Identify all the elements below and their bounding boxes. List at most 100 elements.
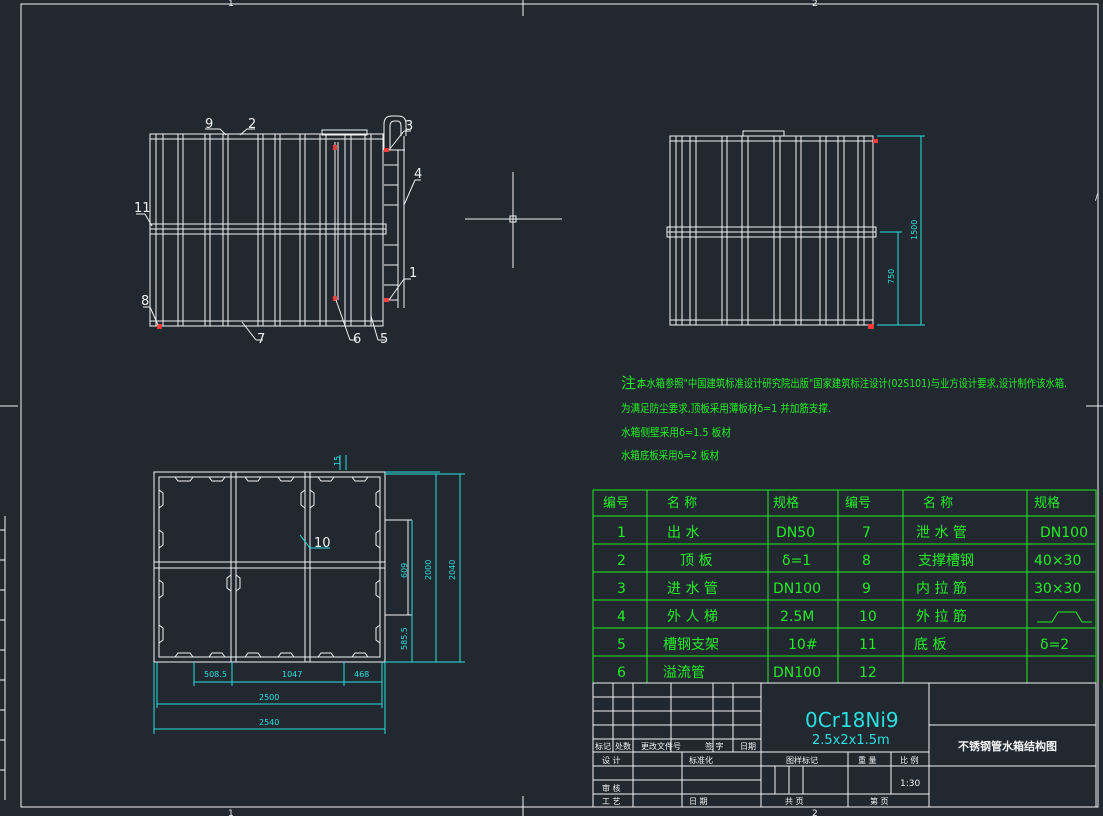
cell-r5-spec: 10# bbox=[788, 637, 818, 653]
dim-585-5: 585.5 bbox=[400, 627, 409, 650]
label-review: 审 核 bbox=[602, 783, 621, 793]
plan-view bbox=[153, 471, 412, 663]
cell-r5-no: 5 bbox=[617, 637, 626, 653]
header-spec-1: 规格 bbox=[773, 495, 799, 511]
cell-r3-name2: 内 拉 筋 bbox=[916, 580, 967, 597]
cell-r3-name: 进 水 管 bbox=[667, 581, 718, 597]
callout-1: 1 bbox=[409, 266, 417, 281]
label-stage: 图样标记 bbox=[786, 755, 818, 765]
dim-2500: 2500 bbox=[259, 693, 279, 702]
cad-drawing-canvas: 1 2 1 2 / 9 2 3 4 11 1 8 7 6 5 1500 750 … bbox=[0, 0, 1103, 816]
dim-508-5: 508.5 bbox=[204, 670, 227, 679]
notes-line-4: 水箱底板采用δ=2 板材 bbox=[621, 448, 719, 462]
rev-header-count: 处数 bbox=[615, 741, 631, 751]
dim-15: 15 bbox=[333, 456, 342, 466]
cell-r1-no2: 7 bbox=[862, 525, 871, 541]
cell-r2-name: 顶 板 bbox=[680, 553, 712, 569]
dim-2540: 2540 bbox=[259, 718, 279, 727]
label-page: 第 页 bbox=[870, 796, 889, 806]
cell-r2-name2: 支撑槽钢 bbox=[918, 553, 974, 569]
zone-label-bottom-right: 2 bbox=[812, 809, 818, 816]
callout-8: 8 bbox=[141, 294, 149, 309]
cell-r3-spec2: 30×30 bbox=[1034, 581, 1081, 597]
dim-750: 750 bbox=[887, 269, 896, 284]
plan-divider-h bbox=[153, 561, 386, 569]
side-view-ribs bbox=[675, 136, 865, 325]
cell-r1-name2: 泄 水 管 bbox=[916, 525, 967, 541]
label-process: 工 艺 bbox=[602, 797, 621, 806]
notes-line-2: 为满足防尘要求,顶板采用薄板材δ=1 并加筋支撑. bbox=[621, 401, 831, 415]
cell-r1-spec2: DN100 bbox=[1040, 525, 1088, 541]
dim-609: 609 bbox=[400, 563, 409, 578]
cell-r5-no2: 11 bbox=[859, 637, 877, 653]
cell-r4-no: 4 bbox=[617, 609, 626, 625]
dim-2000: 2000 bbox=[424, 560, 433, 580]
cell-r1-name: 出 水 bbox=[667, 525, 699, 541]
notes-line-1: 本水箱参照"中国建筑标准设计研究院出版"国家建筑标注设计(02S101)与业方设… bbox=[637, 376, 1067, 390]
front-view bbox=[149, 115, 407, 327]
dim-468: 468 bbox=[354, 670, 369, 679]
cell-r3-spec: DN100 bbox=[773, 581, 821, 597]
dim-2040: 2040 bbox=[448, 560, 457, 580]
cell-r2-spec: δ=1 bbox=[782, 553, 811, 569]
cell-r3-no: 3 bbox=[617, 581, 626, 597]
plan-divider-v2 bbox=[304, 471, 311, 663]
cursor-crosshair bbox=[465, 172, 562, 268]
cell-r5-name: 槽钢支架 bbox=[663, 637, 719, 653]
zone-label-top-right: 2 bbox=[812, 0, 818, 9]
rev-header-date: 日期 bbox=[740, 742, 756, 751]
outer-brace-profile-symbol bbox=[1037, 611, 1092, 623]
callout-10: 10 bbox=[314, 536, 331, 551]
cell-r5-spec2: δ=2 bbox=[1040, 637, 1069, 653]
tank-size: 2.5x2x1.5m bbox=[812, 733, 890, 748]
cell-r2-spec2: 40×30 bbox=[1034, 553, 1081, 569]
header-spec-2: 规格 bbox=[1034, 495, 1060, 511]
side-inlet-marker bbox=[873, 139, 878, 143]
cell-r4-name2: 外 拉 筋 bbox=[916, 608, 967, 625]
cell-r4-name: 外 人 梯 bbox=[667, 609, 718, 625]
drawing-frame bbox=[0, 0, 1103, 816]
cell-r6-no: 6 bbox=[617, 665, 626, 681]
dim-1047: 1047 bbox=[282, 670, 302, 679]
rev-header-sign: 签 字 bbox=[705, 741, 724, 751]
notes-line-3: 水箱侧壁采用δ=1.5 板材 bbox=[621, 425, 731, 439]
plan-view-outline bbox=[153, 471, 386, 663]
callout-5: 5 bbox=[380, 332, 388, 347]
callout-2: 2 bbox=[248, 117, 256, 132]
rev-header-mark: 标记 bbox=[595, 741, 611, 751]
cell-r5-name2: 底 板 bbox=[914, 637, 946, 653]
zone-label-top-left: 1 bbox=[228, 0, 234, 9]
outlet-marker bbox=[384, 298, 389, 302]
cell-r4-spec: 2.5M bbox=[780, 609, 814, 625]
cell-r1-no: 1 bbox=[617, 525, 626, 541]
callout-11: 11 bbox=[134, 201, 151, 216]
parts-table-rows: 1 出 水 DN50 7 泄 水 管 DN100 2 顶 板 δ=1 8 支撑槽… bbox=[617, 525, 1088, 681]
front-view-ribs bbox=[155, 134, 372, 326]
label-scale: 比 例 bbox=[900, 755, 919, 765]
callout-3: 3 bbox=[405, 119, 413, 134]
cell-r6-no2: 12 bbox=[859, 665, 877, 681]
dim-1500: 1500 bbox=[910, 220, 919, 240]
overflow-inlet-marker bbox=[333, 145, 337, 150]
callout-6: 6 bbox=[353, 332, 361, 347]
rev-header-doc: 更改文件号 bbox=[641, 741, 681, 751]
cell-r2-no: 2 bbox=[617, 553, 626, 569]
label-date: 日 期 bbox=[689, 797, 708, 806]
parts-table-header: 编号 名 称 规格 编号 名 称 规格 bbox=[603, 495, 1060, 511]
side-view-manhole bbox=[742, 130, 785, 137]
zone-label-bottom-left: 1 bbox=[228, 809, 234, 816]
side-view-outline bbox=[669, 135, 874, 326]
cell-r3-no2: 9 bbox=[862, 581, 871, 597]
inlet-marker bbox=[384, 148, 389, 152]
label-design: 设 计 bbox=[602, 755, 621, 765]
cell-r4-no2: 10 bbox=[859, 609, 877, 625]
side-view bbox=[666, 130, 877, 326]
header-name-1: 名 称 bbox=[667, 495, 697, 511]
label-sheets: 共 页 bbox=[785, 797, 804, 806]
front-view-callouts: 9 2 3 4 11 1 8 7 6 5 bbox=[134, 117, 422, 347]
cell-r2-no2: 8 bbox=[862, 553, 871, 569]
title-block-text: 0Cr18Ni9 2.5x2x1.5m 不锈钢管水箱结构图 标记 处数 更改文件… bbox=[595, 708, 1057, 806]
callout-4: 4 bbox=[414, 167, 422, 182]
front-view-markers bbox=[157, 145, 389, 329]
label-standard: 标准化 bbox=[689, 755, 713, 765]
